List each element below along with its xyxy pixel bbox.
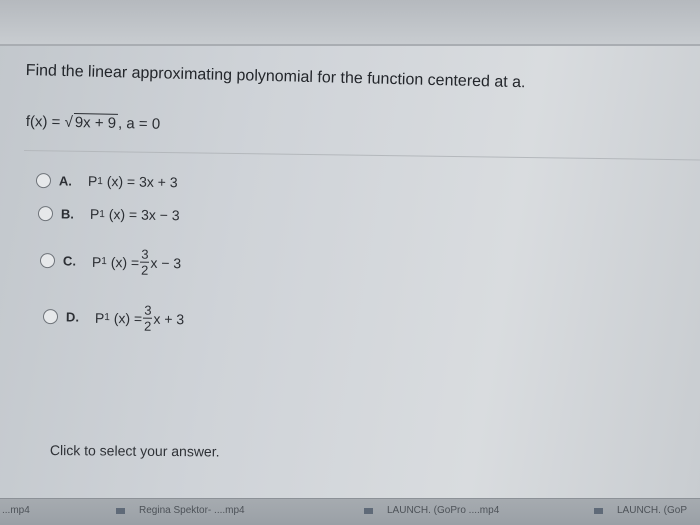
radio-option-d[interactable] xyxy=(42,309,59,325)
option-expression: P1 (x) = 3x + 3 xyxy=(88,173,178,190)
poly-name: P xyxy=(94,309,105,326)
poly-arg: (x) = xyxy=(106,173,136,190)
function-prefix: f(x) = xyxy=(25,112,61,131)
taskbar-item-label: ...mp4 xyxy=(2,505,30,516)
option-b[interactable]: B. P1 (x) = 3x − 3 xyxy=(37,205,180,223)
fraction: 3 2 xyxy=(143,302,153,334)
poly-rhs: 3x + 3 xyxy=(138,173,178,191)
function-definition: f(x) = √ 9x + 9, a = 0 xyxy=(26,112,161,133)
question-prompt: Find the linear approximating polynomial… xyxy=(25,62,526,92)
poly-name: P xyxy=(91,253,102,270)
poly-subscript: 1 xyxy=(97,175,103,187)
radio-option-b[interactable] xyxy=(37,205,54,221)
fraction-numerator: 3 xyxy=(140,246,150,263)
top-divider xyxy=(0,44,700,46)
top-strip xyxy=(0,0,700,46)
video-file-icon xyxy=(116,507,125,514)
poly-rhs: x + 3 xyxy=(153,310,185,327)
option-letter: B. xyxy=(60,205,75,222)
video-file-icon xyxy=(594,507,603,514)
select-answer-hint: Click to select your answer. xyxy=(49,442,220,460)
fraction-denominator: 2 xyxy=(140,262,149,278)
option-letter: C. xyxy=(62,253,77,269)
section-divider xyxy=(23,150,700,161)
poly-name: P xyxy=(89,205,100,222)
poly-arg: (x) = xyxy=(108,206,138,223)
fraction-numerator: 3 xyxy=(143,302,153,319)
option-expression: P1 (x) = 3x − 3 xyxy=(90,206,180,223)
taskbar-item[interactable]: LAUNCH. (GoP xyxy=(594,505,687,516)
fraction: 3 2 xyxy=(140,246,150,278)
sqrt-icon: √ xyxy=(64,113,73,131)
poly-arg: (x) = xyxy=(110,253,140,271)
poly-subscript: 1 xyxy=(99,208,105,220)
taskbar-item[interactable]: LAUNCH. (GoPro ....mp4 xyxy=(364,505,499,516)
option-expression: P1 (x) = 3 2 x − 3 xyxy=(91,246,182,278)
poly-rhs: x − 3 xyxy=(150,254,182,271)
function-radicand: 9x + 9 xyxy=(73,113,119,132)
taskbar-item-label: LAUNCH. (GoP xyxy=(617,505,688,516)
option-expression: P1 (x) = 3 2 x + 3 xyxy=(94,302,185,334)
poly-rhs: 3x − 3 xyxy=(140,206,180,224)
radio-option-c[interactable] xyxy=(39,253,56,269)
taskbar-item-label: Regina Spektor- ....mp4 xyxy=(139,505,245,516)
option-a[interactable]: A. P1 (x) = 3x + 3 xyxy=(35,172,178,190)
taskbar-item[interactable]: Regina Spektor- ....mp4 xyxy=(116,505,245,516)
option-letter: D. xyxy=(65,309,80,325)
taskbar-item[interactable]: ...mp4 xyxy=(2,505,30,516)
function-center: , a = 0 xyxy=(117,114,161,133)
taskbar: ...mp4 Regina Spektor- ....mp4 LAUNCH. (… xyxy=(0,498,700,525)
video-file-icon xyxy=(364,507,373,514)
poly-subscript: 1 xyxy=(104,311,110,324)
poly-subscript: 1 xyxy=(101,255,107,268)
option-d[interactable]: D. P1 (x) = 3 2 x + 3 xyxy=(42,302,185,334)
poly-arg: (x) = xyxy=(113,309,143,327)
option-letter: A. xyxy=(58,172,73,189)
poly-name: P xyxy=(87,172,98,189)
radio-option-a[interactable] xyxy=(35,172,52,188)
fraction-denominator: 2 xyxy=(143,318,152,334)
option-c[interactable]: C. P1 (x) = 3 2 x − 3 xyxy=(39,246,182,278)
taskbar-item-label: LAUNCH. (GoPro ....mp4 xyxy=(387,505,500,516)
